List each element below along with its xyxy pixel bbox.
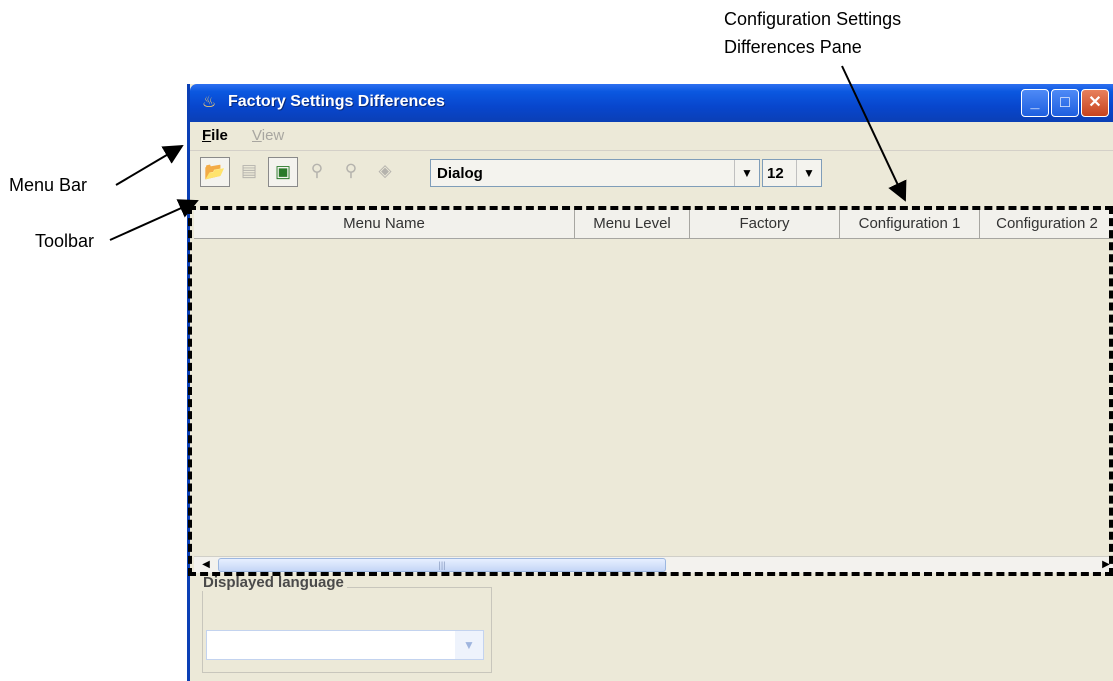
menu-view[interactable]: View [252,127,284,144]
scrollbar-thumb[interactable]: ||| [218,558,666,572]
column-header-factory[interactable]: Factory [690,210,840,238]
toolbar: 📂 ▤ ▣ ⚲ ⚲ ◈ Dialog ▼ 12 ▼ [190,151,1113,193]
application-window: ♨ Factory Settings Differences _ □ ✕ Fil… [187,84,1113,681]
java-app-icon: ♨ [201,94,217,111]
chevron-down-icon[interactable]: ▼ [796,160,821,186]
arrow-toolbar [109,199,199,241]
horizontal-scrollbar[interactable]: ◀ ||| ▶ [194,556,1113,573]
column-header-menu-level[interactable]: Menu Level [575,210,690,238]
font-family-combo[interactable]: Dialog ▼ [430,159,760,187]
font-family-value: Dialog [437,165,483,182]
displayed-language-label: Displayed language [200,574,347,591]
language-combo[interactable]: ▼ [206,630,484,660]
chevron-down-icon[interactable]: ▼ [734,160,759,186]
title-bar[interactable]: ♨ Factory Settings Differences _ □ ✕ [190,84,1113,122]
column-header-configuration-1[interactable]: Configuration 1 [840,210,980,238]
window-title: Factory Settings Differences [228,93,445,110]
annotation-menu-bar: Menu Bar [9,175,88,195]
export-document-icon[interactable]: ▣ [268,157,298,187]
print-icon[interactable]: ◈ [370,157,400,187]
find-icon[interactable]: ⚲ [302,157,332,187]
scroll-right-icon[interactable]: ▶ [1098,557,1113,573]
annotation-pane-line2: Differences Pane [724,37,862,57]
arrow-menu-bar [115,144,184,186]
save-disk-icon[interactable]: ▤ [234,157,264,187]
annotation-pane-line1: Configuration Settings [724,9,902,29]
close-button[interactable]: ✕ [1081,89,1109,117]
column-header-menu-name[interactable]: Menu Name [194,210,575,238]
column-header-configuration-2[interactable]: Configuration 2 [980,210,1113,238]
open-folder-icon[interactable]: 📂 [200,157,230,187]
table-header: Menu Name Menu Level Factory Configurati… [194,210,1113,239]
annotation-toolbar: Toolbar [35,231,95,251]
minimize-button[interactable]: _ [1021,89,1049,117]
maximize-button[interactable]: □ [1051,89,1079,117]
menu-file[interactable]: File [202,127,228,144]
chevron-down-icon[interactable]: ▼ [455,631,483,659]
scroll-left-icon[interactable]: ◀ [198,557,214,573]
menu-bar: File View [190,122,1113,151]
find-next-icon[interactable]: ⚲ [336,157,366,187]
font-size-value: 12 [767,165,784,182]
differences-pane: Menu Name Menu Level Factory Configurati… [194,210,1113,573]
font-size-combo[interactable]: 12 ▼ [762,159,822,187]
